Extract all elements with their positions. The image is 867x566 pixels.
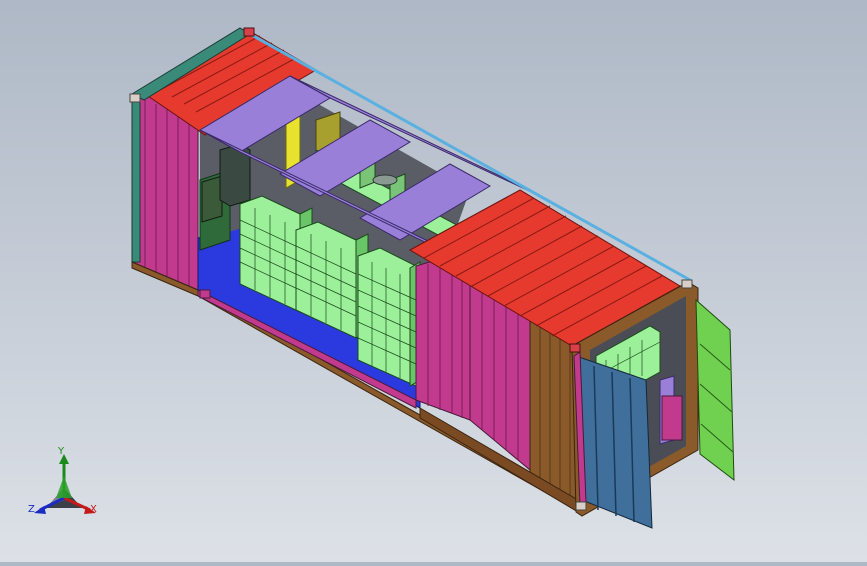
triad-center-cone	[56, 476, 72, 498]
triad-y-label: Y	[58, 446, 65, 457]
door-right-open[interactable]	[695, 298, 735, 482]
triad-z-label: Z	[28, 504, 35, 515]
cabinet-door	[201, 175, 223, 223]
left-corner-post	[131, 93, 141, 263]
corner-casting-6	[199, 289, 211, 299]
corner-casting-3	[569, 343, 581, 353]
container-3d-model[interactable]	[0, 0, 867, 562]
hvac-unit	[661, 395, 683, 441]
triad-z-arrow	[34, 506, 46, 514]
corner-casting-1	[243, 27, 255, 37]
triad-x-label: X	[90, 504, 97, 515]
corner-casting-2	[129, 93, 141, 103]
corner-casting-4	[681, 279, 693, 289]
cad-viewport[interactable]	[0, 0, 867, 562]
corner-casting-5	[575, 501, 587, 511]
orientation-triad[interactable]: Y X Z	[28, 446, 102, 522]
